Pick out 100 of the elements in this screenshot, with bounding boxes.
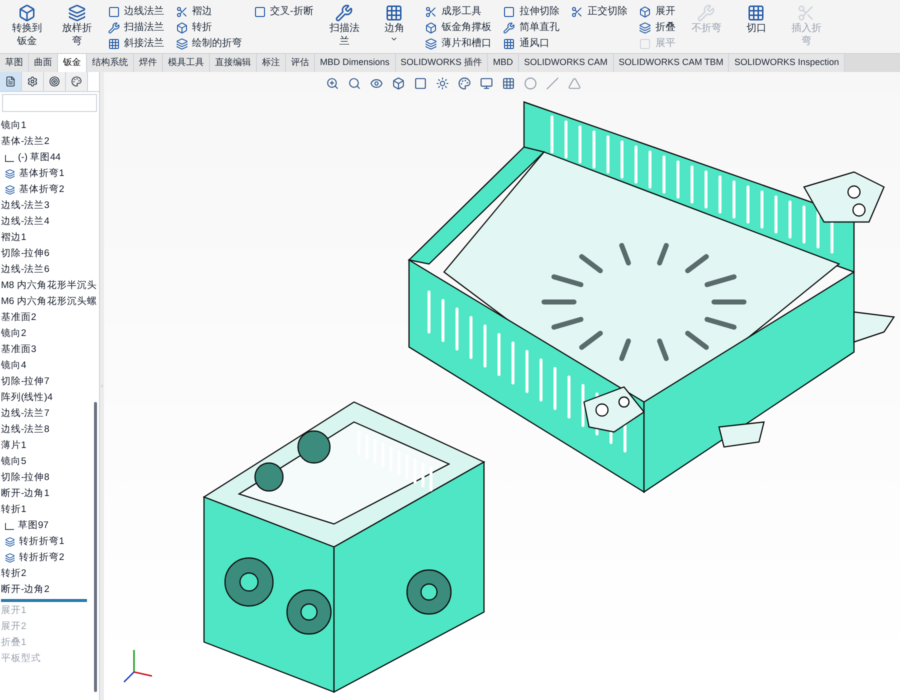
ribbon-button[interactable]: 交叉-折断: [254, 4, 314, 19]
feature-tree-item[interactable]: 断开-边角2: [1, 582, 99, 598]
wrench-icon: [108, 22, 120, 34]
view-tool-button[interactable]: [500, 75, 516, 91]
feature-tree-item[interactable]: 切除-拉伸7: [1, 374, 99, 390]
wrench-icon: [503, 22, 516, 34]
feature-tree-item[interactable]: 切除-拉伸8: [1, 470, 99, 486]
command-tab[interactable]: 标注: [257, 54, 286, 72]
feature-tree-item[interactable]: 镜向2: [1, 326, 99, 342]
view-tool-button[interactable]: [390, 75, 406, 91]
ribbon-button[interactable]: 折叠: [639, 20, 676, 35]
feature-tree-item[interactable]: 镜向5: [1, 454, 99, 470]
feature-tree-item[interactable]: 边线-法兰7: [1, 406, 99, 422]
ribbon-button[interactable]: 拉伸切除: [503, 4, 560, 19]
grid-icon: [747, 4, 766, 22]
feature-tree-item[interactable]: (-) 草图44: [1, 150, 99, 166]
ribbon-button[interactable]: 绘制的折弯: [176, 36, 242, 51]
color-wheel-icon: [71, 76, 82, 87]
square-icon: [108, 6, 120, 18]
sheet-metal-box-drawing[interactable]: [202, 401, 486, 693]
command-tab[interactable]: 模具工具: [163, 54, 210, 72]
feature-tree-item[interactable]: 边线-法兰4: [1, 214, 99, 230]
feature-tree-item[interactable]: 基体折弯1: [1, 166, 99, 182]
feature-tree-item[interactable]: 转折折弯2: [1, 550, 99, 566]
command-tab[interactable]: 焊件: [134, 54, 163, 72]
search-icon: [348, 76, 360, 90]
feature-tree-item[interactable]: 边线-法兰6: [1, 262, 99, 278]
ribbon-button[interactable]: 展开: [639, 4, 676, 19]
feature-tree-item[interactable]: 褶边1: [1, 230, 99, 246]
ribbon-button[interactable]: 扫描法兰: [325, 4, 364, 48]
ribbon-button[interactable]: 放样折弯: [58, 4, 96, 48]
ribbon-button[interactable]: 切口: [737, 4, 776, 35]
feature-tree-item[interactable]: 转折2: [1, 566, 99, 582]
panel-tab[interactable]: [0, 72, 22, 91]
cube-icon: [392, 76, 404, 90]
ribbon-button[interactable]: 薄片和槽口: [425, 36, 492, 51]
feature-tree-item[interactable]: 阵列(线性)4: [1, 390, 99, 406]
scissors-icon: [176, 6, 188, 18]
grid-icon: [108, 38, 120, 50]
command-tab[interactable]: MBD Dimensions: [315, 54, 396, 72]
feature-tree-item[interactable]: 镜向1: [1, 118, 99, 134]
command-tab[interactable]: SOLIDWORKS CAM: [519, 54, 614, 72]
layers-icon: [68, 4, 86, 22]
feature-tree-item[interactable]: 基准面3: [1, 342, 99, 358]
view-tool-button[interactable]: [412, 75, 428, 91]
sheet-metal-tray-drawing[interactable]: [408, 101, 896, 494]
panel-tab[interactable]: [66, 72, 88, 91]
command-tab[interactable]: SOLIDWORKS 插件: [396, 54, 488, 72]
view-tool-button[interactable]: [434, 75, 450, 91]
panel-tab[interactable]: [22, 72, 44, 91]
ribbon-button[interactable]: 褶边: [176, 4, 242, 19]
ribbon-button[interactable]: 扫描法兰: [108, 20, 164, 35]
command-tab[interactable]: SOLIDWORKS Inspection: [729, 54, 845, 72]
feature-tree-item[interactable]: 切除-拉伸6: [1, 246, 99, 262]
feature-tree-item[interactable]: 薄片1: [1, 438, 99, 454]
feature-tree-item[interactable]: 草图97: [1, 518, 99, 534]
scissors-icon: [797, 4, 816, 22]
ribbon-button[interactable]: 正交切除: [571, 4, 628, 19]
ribbon-button[interactable]: 转折: [176, 20, 242, 35]
command-tab[interactable]: 草图: [0, 54, 29, 72]
panel-tab[interactable]: [44, 72, 66, 91]
view-tool-button[interactable]: [324, 75, 340, 91]
command-tab[interactable]: SOLIDWORKS CAM TBM: [614, 54, 730, 72]
filter-field[interactable]: [2, 94, 97, 112]
layers-icon: [425, 38, 438, 50]
grid-icon: [502, 76, 514, 90]
command-tab[interactable]: 曲面: [29, 54, 58, 72]
ribbon-button[interactable]: 简单直孔: [503, 20, 560, 35]
ribbon-button[interactable]: 成形工具: [425, 4, 492, 19]
monitor-icon: [480, 76, 492, 90]
scroll-bar[interactable]: [94, 402, 97, 692]
feature-tree-item[interactable]: 基体折弯2: [1, 182, 99, 198]
ribbon-button[interactable]: 边线法兰: [108, 4, 164, 19]
view-tool-button[interactable]: [346, 75, 362, 91]
triangle-icon: [568, 76, 580, 90]
view-tool-button[interactable]: [456, 75, 472, 91]
ribbon-button[interactable]: 通风口: [503, 36, 560, 51]
command-tab[interactable]: 直接编辑: [210, 54, 257, 72]
feature-tree-item[interactable]: 镜向4: [1, 358, 99, 374]
line-icon: [546, 76, 558, 90]
feature-tree-item[interactable]: M6 内六角花形沉头螺: [1, 294, 99, 310]
feature-tree-item[interactable]: 边线-法兰3: [1, 198, 99, 214]
ribbon-button[interactable]: 斜接法兰: [108, 36, 164, 51]
ribbon-button[interactable]: 边角: [375, 4, 414, 43]
square-icon: [414, 76, 426, 90]
feature-tree-item[interactable]: 边线-法兰8: [1, 422, 99, 438]
view-tool-button[interactable]: [478, 75, 494, 91]
command-tab[interactable]: 钣金: [58, 54, 87, 72]
feature-tree-item[interactable]: 基准面2: [1, 310, 99, 326]
command-tab[interactable]: MBD: [488, 54, 520, 72]
feature-tree-item[interactable]: 断开-边角1: [1, 486, 99, 502]
feature-tree-item[interactable]: 基体-法兰2: [1, 134, 99, 150]
ribbon-button[interactable]: 转换到钣金: [8, 4, 46, 48]
feature-tree-item[interactable]: 转折1: [1, 502, 99, 518]
bend-icon: [5, 185, 15, 195]
feature-tree-item[interactable]: M8 内六角花形半沉头: [1, 278, 99, 294]
ribbon-button[interactable]: 钣金角撑板: [425, 20, 492, 35]
command-tab[interactable]: 结构系统: [87, 54, 134, 72]
command-tab[interactable]: 评估: [286, 54, 315, 72]
feature-tree-item[interactable]: 转折折弯1: [1, 534, 99, 550]
